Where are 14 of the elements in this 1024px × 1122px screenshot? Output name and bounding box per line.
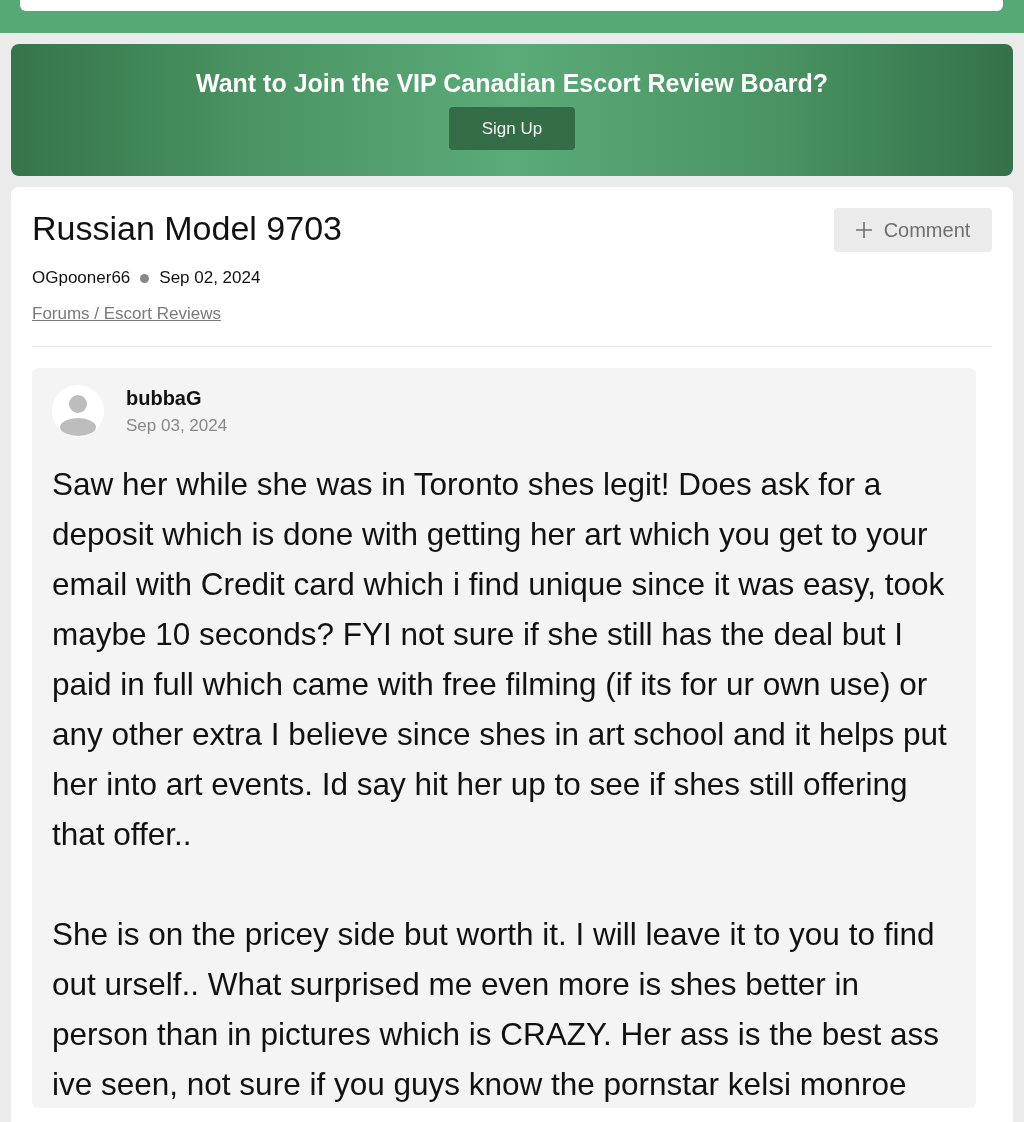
separator-dot-icon [140, 273, 150, 283]
banner-title: Want to Join the VIP Canadian Escort Review Board? [195, 68, 829, 98]
plus-icon [855, 222, 872, 238]
thread-author[interactable]: OGpooner66 [32, 267, 131, 289]
post-paragraph: She is on the pricey side but worth it. I will leave it to you to find out urself.. What surprised me even more is shes better in person than in pictures which is CRAZY. Her ass is the best ass ive seen, not sure if you guys know the pornstar kelsi monroe [52, 915, 941, 1104]
comment-button[interactable]: Comment [834, 208, 992, 252]
sign-up-button[interactable]: Sign Up [449, 107, 575, 150]
thread-date: Sep 02, 2024 [159, 267, 261, 289]
thread-title: Russian Model 9703 [32, 208, 342, 248]
post-author[interactable]: bubbaG [126, 385, 228, 410]
post-paragraph: Saw her while she was in Toronto shes legit! Does ask for a deposit which is done with getting her art which you get to your email with Credit card which i find unique since it was easy, took maybe 10 seconds? FYI not sure if she still has the deal but I paid in full which came with free filming (if its for ur own use) or any other extra I believe since shes in art school and it helps put her into art events. Id say hit her up to see if shes still offering that offer.. [52, 465, 948, 854]
user-silhouette-icon [52, 385, 104, 437]
post-date: Sep 03, 2024 [126, 414, 228, 437]
breadcrumb-link[interactable]: Forums / Escort Reviews [32, 303, 221, 325]
